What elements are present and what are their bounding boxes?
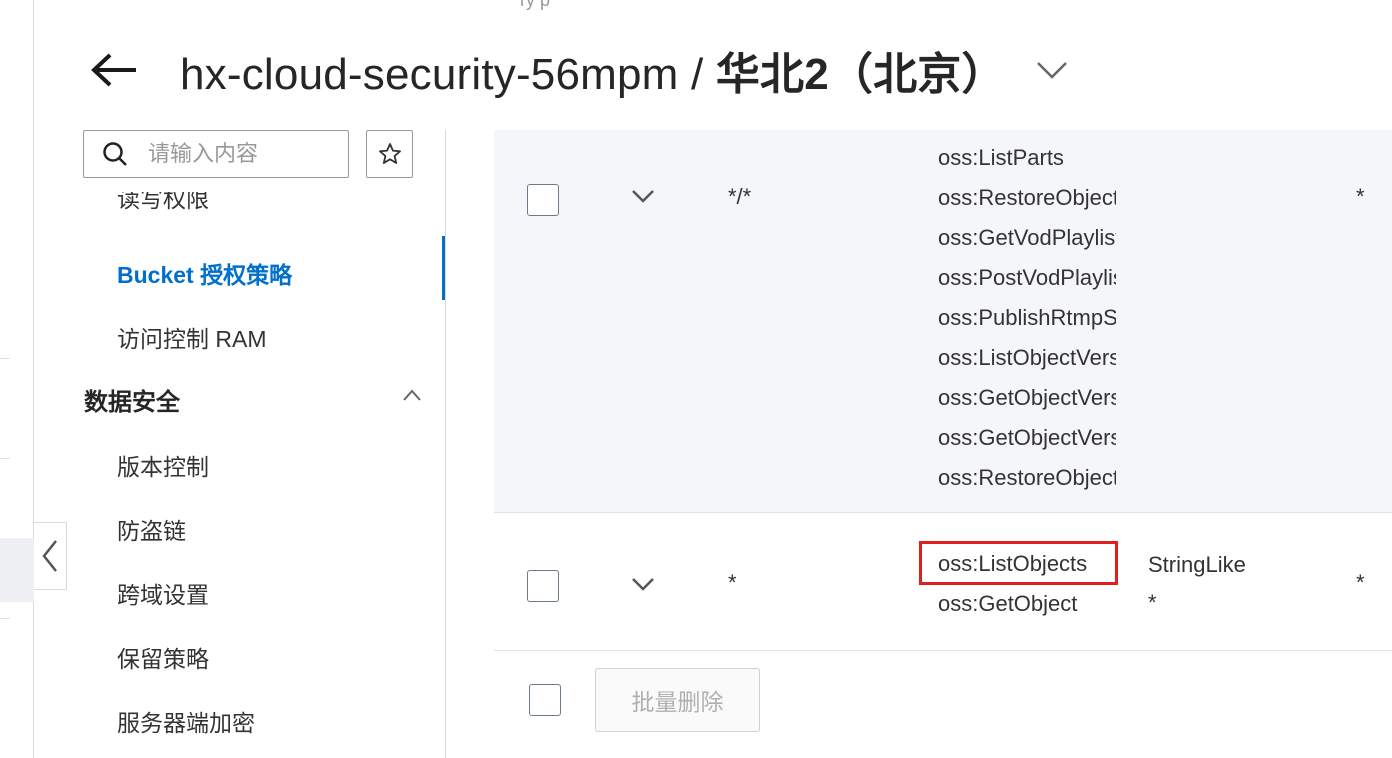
row-checkbox[interactable] xyxy=(527,570,559,602)
resource-cell: * xyxy=(728,570,737,595)
sidebar-item-cors[interactable]: 跨域设置 xyxy=(117,576,209,610)
rail-divider xyxy=(0,458,10,459)
favorite-button[interactable] xyxy=(366,130,413,178)
region-name: 华北2（北京） xyxy=(715,50,1006,99)
action-item: oss:PostVodPlaylist xyxy=(938,265,1116,290)
sidebar-item-bucket-policy[interactable]: Bucket 授权策略 xyxy=(117,256,292,290)
action-item: oss:GetObjectVersion xyxy=(938,385,1116,410)
sidebar-item-hotlink-protection[interactable]: 防盗链 xyxy=(117,512,186,546)
resource-cell: */* xyxy=(728,184,752,209)
action-item: oss:GetVodPlaylist xyxy=(938,225,1116,250)
select-all-checkbox[interactable] xyxy=(529,684,561,716)
search-icon xyxy=(103,142,127,166)
left-rail xyxy=(0,0,34,758)
action-item: oss:RestoreObject xyxy=(938,185,1116,210)
table-row: */* oss:ListParts oss:RestoreObject oss:… xyxy=(494,130,1392,513)
sidebar-item-server-side-encryption[interactable]: 服务器端加密 xyxy=(117,704,255,738)
sidebar-item-versioning[interactable]: 版本控制 xyxy=(117,448,209,482)
sidebar-item-read-write-acl[interactable]: 读写权限 xyxy=(117,192,209,218)
sidebar-item-ram[interactable]: 访问控制 RAM xyxy=(117,320,267,354)
chevron-down-icon[interactable] xyxy=(630,188,656,204)
rail-active-item[interactable] xyxy=(0,538,34,602)
chevron-down-icon[interactable] xyxy=(630,576,656,592)
chevron-up-icon[interactable] xyxy=(402,388,422,402)
page-title: hx-cloud-security-56mpm / 华北2（北京） xyxy=(180,38,1006,102)
action-item: oss:ListObjectVersions xyxy=(938,345,1116,370)
sidebar-item-retention-policy[interactable]: 保留策略 xyxy=(117,640,209,674)
rail-divider xyxy=(0,358,10,359)
highlight-box xyxy=(919,541,1118,585)
bucket-name: hx-cloud-security-56mpm / xyxy=(180,50,716,99)
policy-table: */* oss:ListParts oss:RestoreObject oss:… xyxy=(494,130,1392,758)
rail-divider xyxy=(0,618,10,619)
search-box xyxy=(83,130,349,178)
action-list: oss:ListParts oss:RestoreObject oss:GetV… xyxy=(938,138,1116,498)
action-item: oss:GetObject xyxy=(938,591,1078,616)
sidebar: 读写权限 Bucket 授权策略 访问控制 RAM 数据安全 版本控制 防盗链 … xyxy=(34,130,446,758)
active-indicator xyxy=(442,236,445,300)
chevron-down-icon[interactable] xyxy=(1034,52,1070,88)
action-item: oss:RestoreObjectVersion xyxy=(938,465,1116,490)
condition-operator: StringLike xyxy=(1148,552,1246,577)
search-input[interactable] xyxy=(148,141,328,167)
star-icon xyxy=(378,143,401,164)
row-checkbox[interactable] xyxy=(527,184,559,216)
action-item: oss:ListParts xyxy=(938,145,1064,170)
principal-cell: * xyxy=(1356,184,1365,209)
action-item: oss:GetObjectVersionAcl xyxy=(938,425,1116,450)
sidebar-group-data-security[interactable]: 数据安全 xyxy=(84,382,180,417)
page-header: hx-cloud-security-56mpm / 华北2（北京） xyxy=(90,34,1070,106)
principal-cell: * xyxy=(1356,570,1365,595)
action-item: oss:PublishRtmpStream xyxy=(938,305,1116,330)
truncated-breadcrumb: ry p xyxy=(520,0,551,10)
condition-value: * xyxy=(1148,590,1157,615)
batch-delete-button[interactable]: 批量删除 xyxy=(595,668,760,732)
back-arrow-icon[interactable] xyxy=(90,50,140,90)
